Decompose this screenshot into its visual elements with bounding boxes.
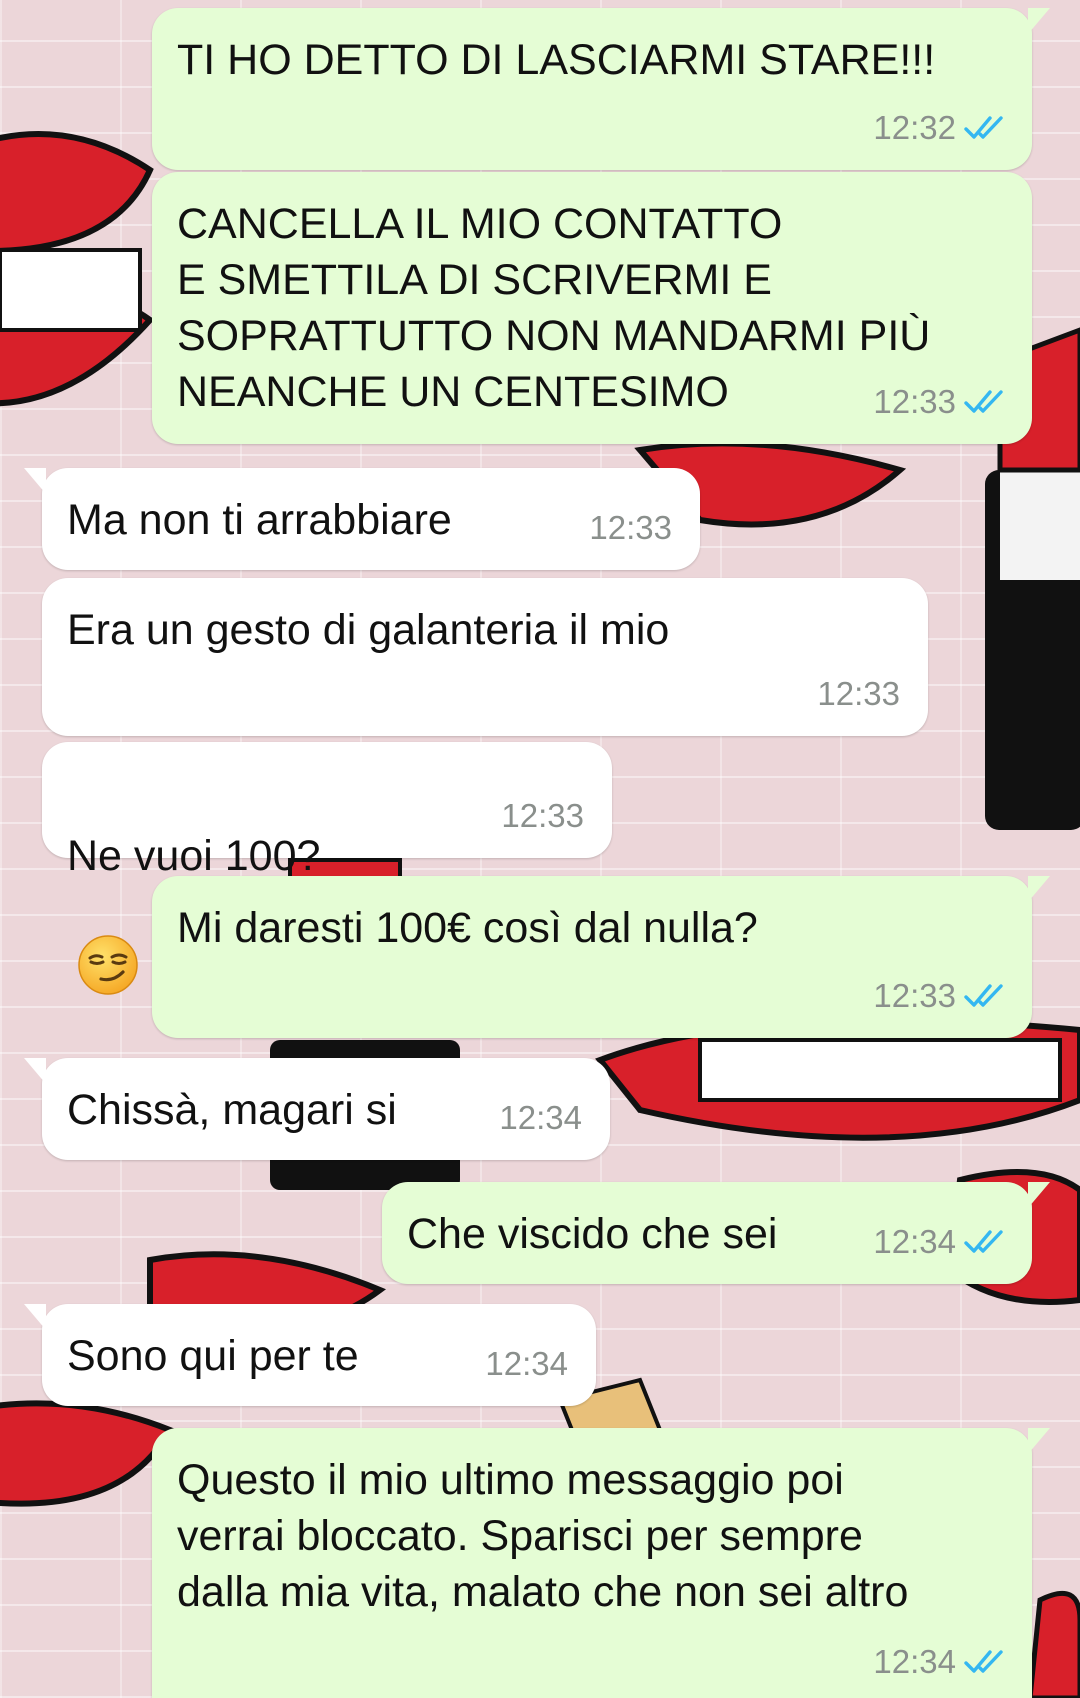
message-outgoing[interactable]: Mi daresti 100€ così dal nulla? 12:33 — [152, 876, 1050, 1038]
message-time: 12:34 — [485, 1345, 568, 1382]
message-meta: 12:34 — [873, 1214, 1008, 1270]
message-text: Ma non ti arrabbiare — [67, 496, 452, 544]
message-time: 12:34 — [873, 1223, 956, 1260]
smirking-face-icon — [77, 878, 139, 995]
message-time: 12:32 — [873, 109, 956, 146]
message-outgoing[interactable]: Questo il mio ultimo messaggio poi verra… — [152, 1428, 1050, 1698]
chat-area[interactable]: TI HO DETTO DI LASCIARMI STARE!!! 12:32 … — [0, 0, 1080, 1698]
double-check-read-icon — [964, 114, 1008, 142]
message-time: 12:33 — [817, 675, 900, 712]
message-text-content: Ne vuoi 100? — [67, 832, 321, 880]
message-time: 12:33 — [873, 383, 956, 420]
message-meta: 12:33 — [873, 968, 1008, 1024]
message-incoming[interactable]: Ne vuoi 100? 12:33 — [42, 742, 612, 995]
message-meta: 12:34 — [485, 1336, 568, 1392]
message-time: 12:33 — [501, 797, 584, 834]
message-text: Questo il mio ultimo messaggio poi verra… — [177, 1456, 909, 1616]
message-outgoing[interactable]: TI HO DETTO DI LASCIARMI STARE!!! 12:32 — [152, 8, 1050, 170]
message-text: Mi daresti 100€ così dal nulla? — [177, 904, 758, 952]
double-check-read-icon — [964, 1228, 1008, 1256]
message-time: 12:34 — [499, 1099, 582, 1136]
double-check-read-icon — [964, 388, 1008, 416]
message-time: 12:33 — [589, 509, 672, 546]
message-meta: 12:34 — [499, 1090, 582, 1146]
message-meta: 12:34 — [873, 1634, 1008, 1690]
message-meta: 12:33 — [873, 374, 1008, 430]
message-outgoing[interactable]: Che viscido che sei 12:34 — [382, 1182, 1050, 1284]
double-check-read-icon — [964, 982, 1008, 1010]
message-incoming[interactable]: Ma non ti arrabbiare 12:33 — [24, 468, 700, 570]
message-meta: 12:33 — [817, 666, 900, 722]
message-meta: 12:33 — [501, 788, 584, 844]
message-incoming[interactable]: Sono qui per te 12:34 — [24, 1304, 596, 1406]
message-incoming[interactable]: Chissà, magari si 12:34 — [24, 1058, 610, 1160]
message-outgoing[interactable]: CANCELLA IL MIO CONTATTO E SMETTILA DI S… — [152, 172, 1032, 444]
message-incoming[interactable]: Era un gesto di galanteria il mio 12:33 — [42, 578, 928, 736]
double-check-read-icon — [964, 1648, 1008, 1676]
message-time: 12:33 — [873, 977, 956, 1014]
message-meta: 12:33 — [589, 500, 672, 556]
message-meta: 12:32 — [873, 100, 1008, 156]
message-time: 12:34 — [873, 1643, 956, 1680]
message-text: Era un gesto di galanteria il mio — [67, 606, 670, 654]
message-text: TI HO DETTO DI LASCIARMI STARE!!! — [177, 36, 936, 84]
